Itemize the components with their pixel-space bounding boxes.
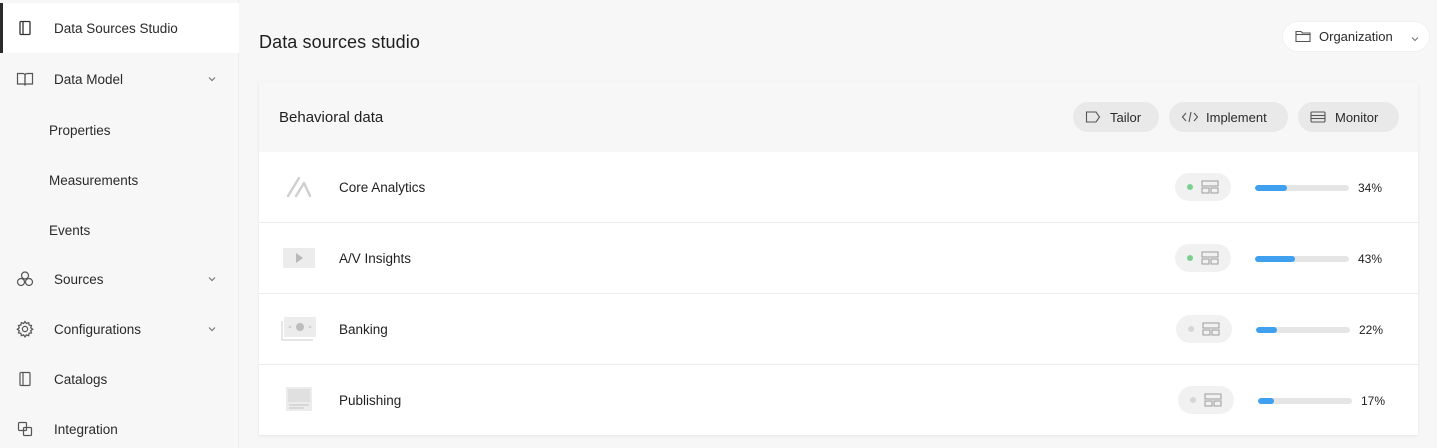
sidebar-item-label: Properties — [49, 122, 111, 138]
layout-grid-icon — [1201, 251, 1219, 265]
tailor-button-label: Tailor — [1110, 109, 1142, 125]
progress-percent: 34% — [1358, 181, 1383, 195]
sidebar-item-events[interactable]: Events — [0, 205, 239, 255]
status-toggle[interactable] — [1176, 315, 1232, 343]
page-title: Data sources studio — [259, 32, 420, 52]
layout-grid-icon — [1201, 180, 1219, 194]
nodes-icon — [16, 270, 34, 288]
document-page-icon — [281, 385, 317, 415]
status-toggle[interactable] — [1178, 386, 1234, 414]
folder-icon — [1295, 29, 1311, 43]
card-title: Behavioral data — [279, 109, 384, 126]
book-icon — [16, 19, 34, 37]
sidebar-item-configurations[interactable]: Configurations — [0, 304, 239, 354]
sidebar-item-measurements[interactable]: Measurements — [0, 155, 239, 205]
progress-bar — [1255, 256, 1349, 262]
monitor-button[interactable]: Monitor — [1298, 102, 1399, 132]
chevron-down-icon — [206, 73, 218, 85]
sidebar-item-label: Catalogs — [54, 371, 108, 387]
progress-percent: 17% — [1361, 394, 1386, 408]
banknote-icon — [281, 314, 317, 344]
sidebar-item-properties[interactable]: Properties — [0, 105, 239, 155]
progress-bar — [1258, 398, 1352, 404]
monitor-button-label: Monitor — [1335, 109, 1379, 125]
behavioral-data-card: Behavioral data Tailor Implement Monitor… — [259, 82, 1418, 435]
status-indicator — [1187, 255, 1193, 261]
sidebar-item-label: Data Model — [54, 71, 124, 87]
progress-bar — [1255, 185, 1349, 191]
sidebar-item-sources[interactable]: Sources — [0, 254, 239, 304]
status-toggle[interactable] — [1175, 244, 1231, 272]
sidebar-item-label: Sources — [54, 271, 104, 287]
sidebar-item-label: Events — [49, 222, 91, 238]
implement-button-label: Implement — [1206, 109, 1267, 125]
sidebar-item-catalogs[interactable]: Catalogs — [0, 354, 239, 404]
organization-select[interactable]: Organization — [1283, 22, 1429, 51]
implement-button[interactable]: Implement — [1169, 102, 1288, 132]
progress-percent: 43% — [1358, 252, 1383, 266]
progress-bar-fill — [1255, 185, 1287, 191]
card-header: Behavioral data Tailor Implement Monitor — [259, 82, 1418, 152]
status-indicator — [1188, 326, 1194, 332]
play-video-icon — [281, 243, 317, 273]
gear-icon — [16, 320, 34, 338]
tailor-button[interactable]: Tailor — [1073, 102, 1159, 132]
analytics-logo-icon — [281, 172, 317, 202]
sidebar-item-label: Data Sources Studio — [54, 20, 178, 36]
sidebar-item-data-model[interactable]: Data Model — [0, 54, 239, 104]
sidebar-item-integration[interactable]: Integration — [0, 404, 239, 448]
chevron-down-icon — [206, 323, 218, 335]
open-book-icon — [16, 70, 34, 88]
data-source-name: Banking — [339, 322, 388, 337]
code-icon — [1181, 110, 1199, 124]
list-item[interactable]: Publishing 17% — [259, 365, 1418, 436]
progress-bar — [1256, 327, 1350, 333]
progress-bar-fill — [1255, 256, 1296, 262]
tag-icon — [1085, 110, 1101, 124]
sidebar-item-label: Configurations — [54, 321, 142, 337]
progress-bar-fill — [1256, 327, 1277, 333]
data-source-name: Publishing — [339, 393, 402, 408]
sidebar-item-label: Measurements — [49, 172, 139, 188]
layout-grid-icon — [1204, 393, 1222, 407]
status-indicator — [1190, 397, 1196, 403]
list-item[interactable]: Core Analytics 34% — [259, 152, 1418, 223]
list-item[interactable]: Banking 22% — [259, 294, 1418, 365]
sidebar-item-data-sources-studio[interactable]: Data Sources Studio — [0, 3, 239, 53]
list-item[interactable]: A/V Insights 43% — [259, 223, 1418, 294]
monitor-icon — [1310, 110, 1326, 124]
chevron-down-icon — [206, 273, 218, 285]
progress-percent: 22% — [1359, 323, 1384, 337]
status-indicator — [1187, 184, 1193, 190]
catalog-icon — [16, 370, 34, 388]
layout-grid-icon — [1202, 322, 1220, 336]
chevron-down-icon — [1410, 32, 1420, 42]
sidebar-item-label: Integration — [54, 421, 118, 437]
sidebar: Data Sources Studio Data Model Propertie… — [0, 0, 239, 448]
integration-icon — [16, 420, 34, 438]
progress-bar-fill — [1258, 398, 1274, 404]
organization-select-label: Organization — [1319, 29, 1393, 44]
data-source-name: Core Analytics — [339, 180, 426, 195]
data-source-name: A/V Insights — [339, 251, 412, 266]
status-toggle[interactable] — [1175, 173, 1231, 201]
